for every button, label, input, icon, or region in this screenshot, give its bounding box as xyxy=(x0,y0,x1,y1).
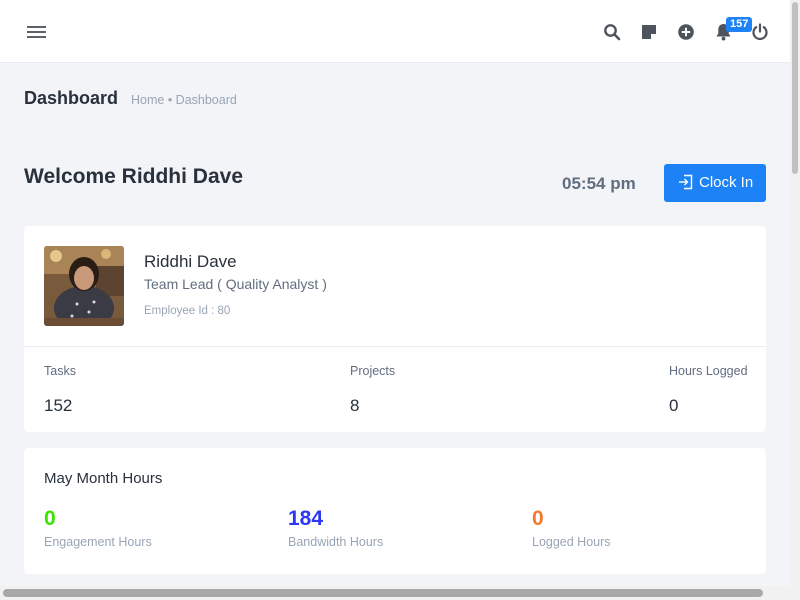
vertical-scrollbar[interactable] xyxy=(790,0,800,600)
month-hours-title: May Month Hours xyxy=(44,470,163,487)
stat-label-projects: Projects xyxy=(350,364,396,378)
bandwidth-hours-value: 184 xyxy=(288,507,324,530)
hamburger-menu-icon[interactable] xyxy=(27,25,47,39)
sticky-note-icon[interactable] xyxy=(641,24,657,40)
breadcrumb[interactable]: Home • Dashboard xyxy=(131,93,237,107)
stat-label-tasks: Tasks xyxy=(44,364,76,378)
search-icon[interactable] xyxy=(603,23,621,41)
notification-count-badge: 157 xyxy=(726,17,753,32)
sign-in-icon xyxy=(679,174,693,190)
plus-circle-icon[interactable] xyxy=(678,24,694,40)
stat-value-tasks[interactable]: 152 xyxy=(44,396,72,416)
stat-label-hours-logged: Hours Logged xyxy=(669,364,748,378)
power-icon[interactable] xyxy=(751,23,769,41)
employee-id: Employee Id : 80 xyxy=(144,305,231,317)
engagement-hours-value: 0 xyxy=(44,507,56,530)
page-title: Dashboard xyxy=(24,88,119,108)
horizontal-scrollbar[interactable] xyxy=(0,586,790,600)
employee-name[interactable]: Riddhi Dave xyxy=(144,252,237,272)
month-hours-card: May Month Hours 0 Engagement Hours 184 B… xyxy=(24,448,766,574)
divider xyxy=(24,346,766,347)
top-navbar: 157 xyxy=(0,0,790,63)
avatar[interactable] xyxy=(44,246,124,326)
clock-in-label: Clock In xyxy=(699,174,754,191)
clock-in-button[interactable]: Clock In xyxy=(664,164,766,202)
bandwidth-hours-label: Bandwidth Hours xyxy=(288,535,384,549)
welcome-heading: Welcome Riddhi Dave xyxy=(24,165,244,188)
employee-role: Team Lead ( Quality Analyst ) xyxy=(144,276,327,292)
vertical-scrollbar-thumb[interactable] xyxy=(792,2,798,174)
current-time: 05:54 pm xyxy=(562,174,636,193)
logged-hours-label: Logged Hours xyxy=(532,535,611,549)
engagement-hours-label: Engagement Hours xyxy=(44,535,152,549)
stat-value-projects[interactable]: 8 xyxy=(350,396,359,416)
logged-hours-value: 0 xyxy=(532,507,544,530)
profile-card: Riddhi Dave Team Lead ( Quality Analyst … xyxy=(24,226,766,432)
stat-value-hours-logged[interactable]: 0 xyxy=(669,396,678,416)
horizontal-scrollbar-thumb[interactable] xyxy=(3,589,763,597)
